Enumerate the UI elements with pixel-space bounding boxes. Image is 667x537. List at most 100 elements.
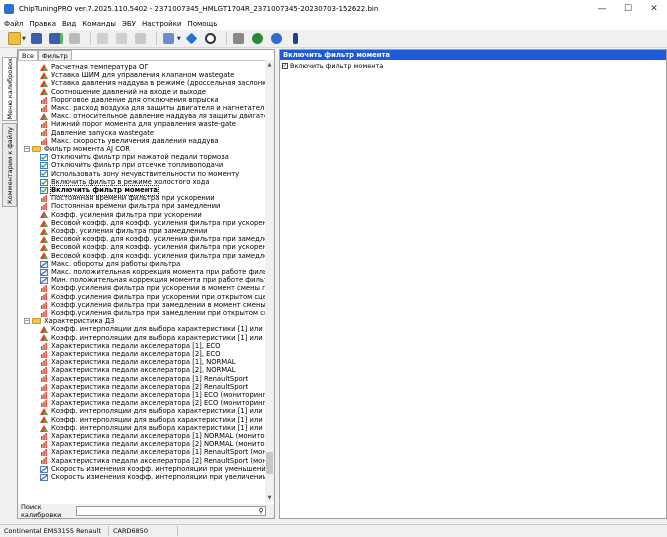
calibration-detail-panel: Включить фильтр момента ✓ Включить фильт… <box>279 49 667 519</box>
close-button[interactable]: ✕ <box>641 0 667 18</box>
toolbar-extra-button[interactable] <box>288 31 304 46</box>
copy-button[interactable] <box>95 31 111 46</box>
navigate-button[interactable] <box>184 31 200 46</box>
magnifier-icon <box>205 33 217 44</box>
map-3d-icon <box>40 252 48 260</box>
curve-1d-icon <box>40 358 48 366</box>
wrench-icon <box>233 33 245 44</box>
floppy-icon <box>31 33 43 44</box>
window-title: ChipTuningPRO ver.7.2025.110.5402 - 2371… <box>19 5 379 13</box>
chevron-down-icon[interactable]: ▼ <box>22 36 26 42</box>
curve-1d-icon <box>40 399 48 407</box>
curve-1d-icon <box>40 309 48 317</box>
curve-1d-icon <box>40 367 48 375</box>
tree-item[interactable]: Скорость изменения коэфф. интерполяции п… <box>40 473 266 482</box>
tab-all[interactable]: Все <box>18 50 39 60</box>
curve-1d-icon <box>40 375 48 383</box>
checkbox[interactable]: ✓ <box>282 63 288 69</box>
diamond-icon <box>185 32 198 45</box>
checksum-button[interactable] <box>161 31 177 46</box>
minimize-button[interactable]: — <box>589 0 615 18</box>
map-3d-icon <box>40 416 48 424</box>
map-3d-icon <box>40 424 48 432</box>
tab-file-comments[interactable]: Комментарии к файлу <box>2 123 17 207</box>
compare-icon <box>135 33 147 44</box>
curve-1d-icon <box>40 129 48 137</box>
refresh-button[interactable] <box>67 31 83 46</box>
map-3d-icon <box>40 63 48 71</box>
menu-edit[interactable]: Правка <box>29 20 56 28</box>
search-input[interactable] <box>76 506 266 516</box>
switch-icon <box>40 162 48 170</box>
curve-1d-icon <box>40 449 48 457</box>
collapse-toggle[interactable]: − <box>24 318 30 325</box>
checksum-icon <box>163 33 175 44</box>
menu-ecu[interactable]: ЭБУ <box>122 20 136 28</box>
title-bar: ChipTuningPRO ver.7.2025.110.5402 - 2371… <box>0 0 667 18</box>
search-icon[interactable]: ⚲ <box>256 506 266 516</box>
ecu-button[interactable] <box>250 31 266 46</box>
curve-1d-icon <box>40 293 48 301</box>
calibration-tree: Расчетная температура ОГ Уставка ШИМ для … <box>18 60 266 503</box>
curve-2d-icon <box>40 465 48 473</box>
floppy-pencil-icon <box>48 33 63 44</box>
map-3d-icon <box>40 112 48 120</box>
toolbar-separator <box>89 32 91 45</box>
map-3d-icon <box>40 211 48 219</box>
tab-calibration-menu[interactable]: Меню калибровок <box>2 57 17 121</box>
status-card: CARD6850 <box>109 526 178 536</box>
folder-icon <box>32 318 41 325</box>
tools-button[interactable] <box>231 31 247 46</box>
detail-title: Включить фильтр момента <box>280 50 666 60</box>
collapse-toggle[interactable]: − <box>24 146 30 153</box>
paste-button[interactable] <box>114 31 130 46</box>
curve-2d-icon <box>40 260 48 268</box>
menu-help[interactable]: Помощь <box>187 20 217 28</box>
curve-1d-icon <box>40 203 48 211</box>
menu-settings[interactable]: Настройки <box>142 20 182 28</box>
search-row: Поиск калибровки ⚲ <box>18 503 274 519</box>
compare-button[interactable] <box>133 31 149 46</box>
open-button[interactable] <box>6 31 22 46</box>
map-3d-icon <box>40 326 48 334</box>
curve-1d-icon <box>40 350 48 358</box>
torque-filter-option[interactable]: ✓ Включить фильтр момента <box>282 62 666 70</box>
menu-file[interactable]: Файл <box>4 20 23 28</box>
curve-2d-icon <box>40 473 48 481</box>
tab-filter[interactable]: Фильтр <box>38 50 72 60</box>
save-as-button[interactable] <box>48 31 64 46</box>
curve-1d-icon <box>40 194 48 202</box>
toolbar-separator <box>225 32 227 45</box>
curve-1d-icon <box>40 301 48 309</box>
map-3d-icon <box>40 227 48 235</box>
menu-bar: Файл Правка Вид Команды ЭБУ Настройки По… <box>0 18 667 30</box>
globe-icon <box>271 33 283 44</box>
curve-2d-icon <box>40 268 48 276</box>
curve-1d-icon <box>40 121 48 129</box>
chevron-down-icon[interactable]: ▼ <box>177 36 181 42</box>
menu-commands[interactable]: Команды <box>82 20 116 28</box>
menu-view[interactable]: Вид <box>62 20 76 28</box>
map-3d-icon <box>40 88 48 96</box>
scroll-up-arrow[interactable]: ▲ <box>265 60 274 69</box>
search-button[interactable] <box>203 31 219 46</box>
scroll-down-arrow[interactable]: ▼ <box>265 493 274 502</box>
chip-icon <box>252 33 264 44</box>
menu-icon <box>293 33 299 44</box>
tab-label: Меню калибровок <box>5 58 14 120</box>
scroll-thumb[interactable] <box>266 452 273 474</box>
curve-1d-icon <box>40 285 48 293</box>
switch-icon <box>40 153 48 161</box>
maximize-button[interactable]: ☐ <box>615 0 641 18</box>
curve-1d-icon <box>40 457 48 465</box>
toolbar: ▼ ▼ <box>0 30 667 48</box>
calibration-tree-panel: Все Фильтр Расчетная температура ОГ Устав… <box>17 49 275 519</box>
switch-icon <box>40 186 48 194</box>
map-3d-icon <box>40 334 48 342</box>
online-button[interactable] <box>269 31 285 46</box>
curve-1d-icon <box>40 391 48 399</box>
refresh-icon <box>69 33 81 44</box>
switch-icon <box>40 178 48 186</box>
save-button[interactable] <box>29 31 45 46</box>
tree-scrollbar[interactable]: ▲ ▼ <box>265 60 274 502</box>
